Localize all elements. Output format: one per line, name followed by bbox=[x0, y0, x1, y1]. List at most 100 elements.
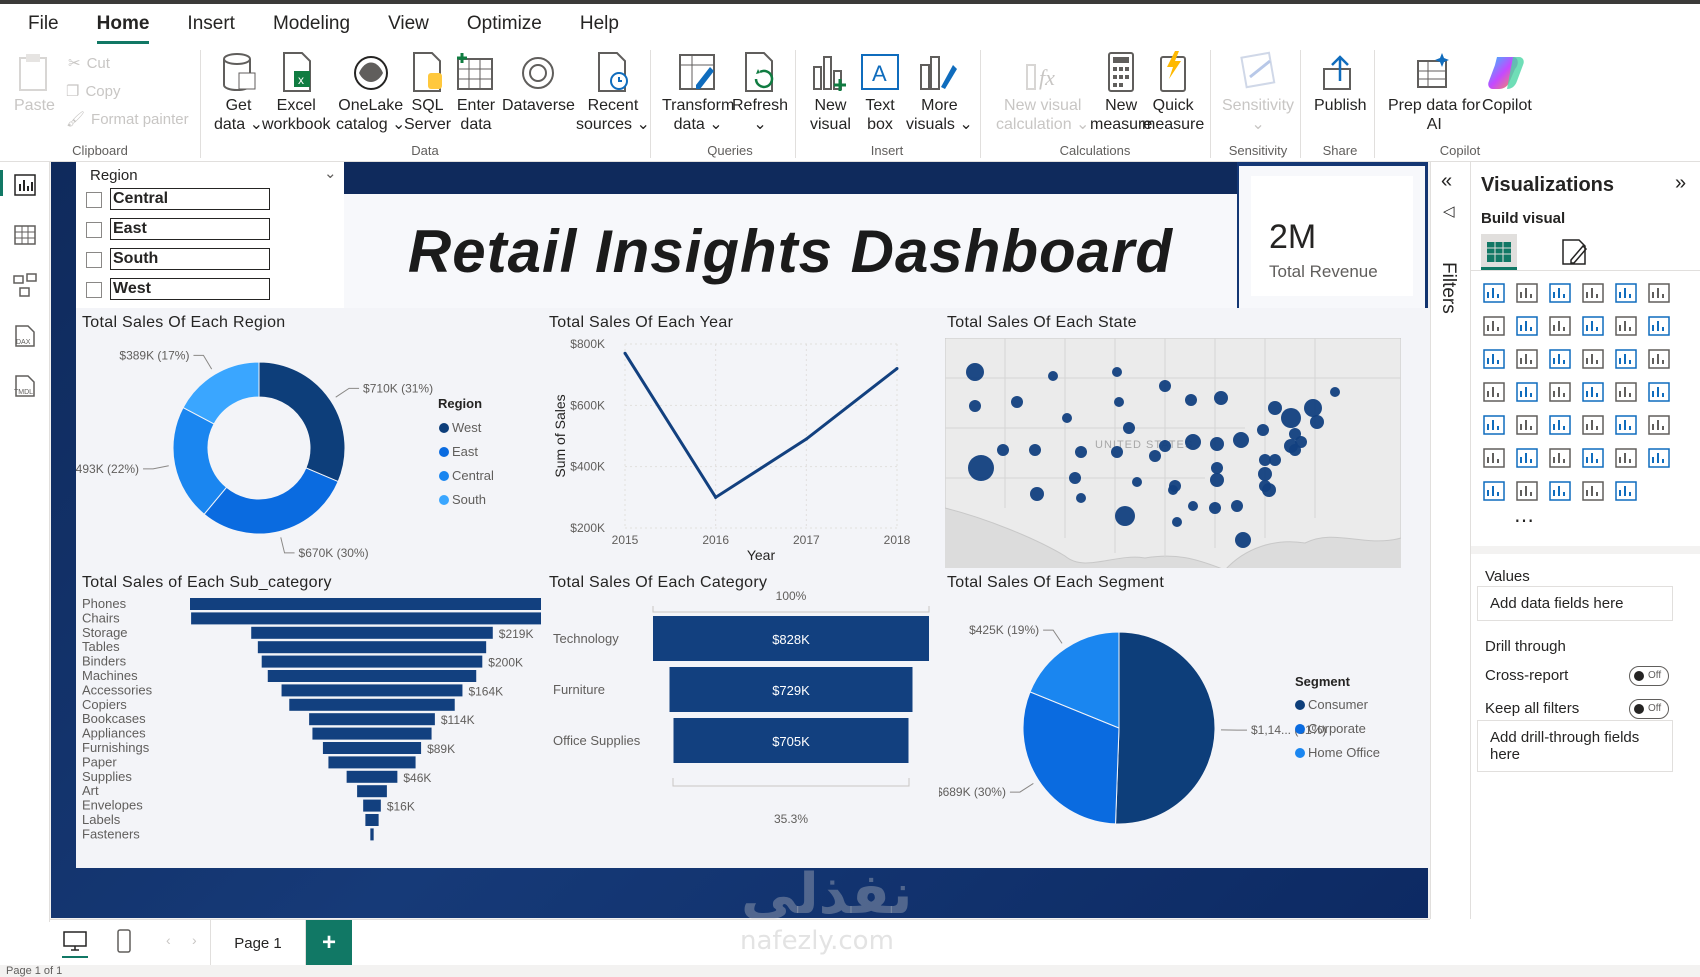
visual-type-icon[interactable] bbox=[1514, 379, 1540, 405]
sensitivity-button[interactable]: Sensitivity ⌄ bbox=[1222, 50, 1294, 134]
visual-type-icon[interactable] bbox=[1580, 280, 1606, 306]
cross-report-toggle[interactable]: Off bbox=[1629, 666, 1669, 686]
visual-type-icon[interactable] bbox=[1580, 313, 1606, 339]
visual-type-icon[interactable] bbox=[1547, 280, 1573, 306]
add-page-button[interactable]: + bbox=[306, 920, 352, 966]
excel-workbook-button[interactable]: x Excel workbook bbox=[262, 50, 330, 134]
visual-type-icon[interactable] bbox=[1613, 280, 1639, 306]
menu-insert[interactable]: Insert bbox=[187, 4, 235, 44]
sql-server-button[interactable]: SQL Server bbox=[404, 50, 451, 134]
transform-data-button[interactable]: Transform data ⌄ bbox=[662, 50, 734, 134]
paste-button[interactable]: Paste bbox=[14, 50, 55, 115]
visual-type-icon[interactable] bbox=[1514, 346, 1540, 372]
visual-type-icon[interactable] bbox=[1481, 280, 1507, 306]
quick-measure-button[interactable]: Quick measure bbox=[1142, 50, 1204, 134]
menu-file[interactable]: File bbox=[28, 4, 59, 44]
onelake-catalog-button[interactable]: OneLake catalog ⌄ bbox=[336, 50, 405, 134]
visual-type-icon[interactable] bbox=[1547, 379, 1573, 405]
visual-type-icon[interactable] bbox=[1481, 346, 1507, 372]
dataverse-button[interactable]: Dataverse bbox=[502, 50, 575, 115]
collapse-pane-icon[interactable]: » bbox=[1675, 172, 1686, 195]
visual-type-icon[interactable] bbox=[1580, 445, 1606, 471]
slicer-checkbox[interactable] bbox=[86, 192, 102, 208]
visual-type-icon[interactable] bbox=[1481, 478, 1507, 504]
slicer-item-east[interactable]: East bbox=[86, 218, 270, 242]
slicer-checkbox[interactable] bbox=[86, 282, 102, 298]
visual-type-icon[interactable] bbox=[1613, 478, 1639, 504]
visual-type-icon[interactable] bbox=[1514, 412, 1540, 438]
visual-type-icon[interactable] bbox=[1646, 280, 1672, 306]
visual-type-icon[interactable] bbox=[1646, 346, 1672, 372]
desktop-layout-icon[interactable] bbox=[62, 930, 88, 954]
visual-type-icon[interactable] bbox=[1646, 379, 1672, 405]
visual-type-icon[interactable] bbox=[1580, 379, 1606, 405]
tmdl-view-icon[interactable]: TMDL bbox=[12, 372, 38, 398]
cut-button[interactable]: ✂ Cut bbox=[68, 54, 110, 73]
format-painter-button[interactable]: 🖌 Format painter bbox=[66, 110, 189, 129]
expand-filters-icon[interactable]: « bbox=[1441, 170, 1452, 193]
report-view-icon[interactable] bbox=[12, 172, 38, 198]
segment-pie-visual[interactable]: Total Sales Of Each Segment $1,14... (51… bbox=[939, 568, 1453, 868]
visual-type-icon[interactable] bbox=[1580, 346, 1606, 372]
visual-type-icon[interactable] bbox=[1547, 445, 1573, 471]
visual-type-icon[interactable] bbox=[1481, 313, 1507, 339]
visual-type-icon[interactable] bbox=[1514, 445, 1540, 471]
visual-type-icon[interactable] bbox=[1613, 346, 1639, 372]
keep-all-filters-toggle[interactable]: Off bbox=[1629, 699, 1669, 719]
visual-type-icon[interactable] bbox=[1547, 478, 1573, 504]
menu-view[interactable]: View bbox=[388, 4, 429, 44]
visual-type-icon[interactable] bbox=[1613, 379, 1639, 405]
copy-button[interactable]: ❐ Copy bbox=[66, 82, 120, 101]
table-view-icon[interactable] bbox=[12, 222, 38, 248]
visual-type-icon[interactable] bbox=[1547, 412, 1573, 438]
region-donut-visual[interactable]: Total Sales Of Each Region $710K (31%) $6… bbox=[76, 308, 541, 568]
prev-page-icon[interactable]: ‹ bbox=[166, 932, 171, 948]
subcategory-funnel-visual[interactable]: Total Sales of Each Sub_category Phones C… bbox=[76, 568, 541, 868]
refresh-button[interactable]: Refresh ⌄ bbox=[732, 50, 788, 134]
add-drill-through-well[interactable]: Add drill-through fields here bbox=[1477, 720, 1673, 772]
text-box-button[interactable]: A Text box bbox=[860, 50, 900, 134]
format-visual-icon[interactable] bbox=[1559, 236, 1591, 268]
visual-type-icon[interactable] bbox=[1514, 280, 1540, 306]
visual-type-icon[interactable] bbox=[1646, 412, 1672, 438]
visual-type-icon[interactable] bbox=[1580, 412, 1606, 438]
slicer-item-south[interactable]: South bbox=[86, 248, 270, 272]
visual-type-icon[interactable] bbox=[1613, 445, 1639, 471]
more-visuals-ellipsis-icon[interactable]: ⋯ bbox=[1514, 508, 1540, 534]
menu-home[interactable]: Home bbox=[96, 4, 149, 44]
visual-type-icon[interactable] bbox=[1514, 478, 1540, 504]
slicer-checkbox[interactable] bbox=[86, 222, 102, 238]
slicer-item-central[interactable]: Central bbox=[86, 188, 270, 212]
enter-data-button[interactable]: Enter data bbox=[456, 50, 496, 134]
visual-type-icon[interactable] bbox=[1646, 445, 1672, 471]
copilot-button[interactable]: Copilot bbox=[1482, 50, 1532, 115]
kpi-card[interactable]: 2M Total Revenue bbox=[1239, 166, 1425, 308]
visual-type-icon[interactable] bbox=[1646, 313, 1672, 339]
next-page-icon[interactable]: › bbox=[192, 932, 197, 948]
page-tab-1[interactable]: Page 1 bbox=[210, 920, 306, 966]
publish-button[interactable]: Publish bbox=[1314, 50, 1366, 115]
new-visual-button[interactable]: New visual bbox=[810, 50, 851, 134]
slicer-checkbox[interactable] bbox=[86, 252, 102, 268]
build-visual-tab[interactable] bbox=[1481, 234, 1517, 270]
mobile-layout-icon[interactable] bbox=[116, 928, 132, 954]
filters-pane-collapsed[interactable]: « ◁ Filters bbox=[1430, 162, 1470, 919]
slicer-item-west[interactable]: West bbox=[86, 278, 270, 302]
visual-type-icon[interactable] bbox=[1547, 346, 1573, 372]
model-view-icon[interactable] bbox=[12, 272, 38, 298]
year-line-visual[interactable]: Total Sales Of Each Year $200K $400K $600K… bbox=[541, 308, 939, 568]
chevron-down-icon[interactable]: ⌄ bbox=[324, 164, 337, 182]
visual-type-icon[interactable] bbox=[1580, 478, 1606, 504]
new-visual-calculation-button[interactable]: fx New visual calculation ⌄ bbox=[996, 50, 1089, 134]
state-map-visual[interactable]: Total Sales Of Each State UNITED STATES©… bbox=[939, 308, 1453, 590]
get-data-button[interactable]: Get data ⌄ bbox=[214, 50, 263, 134]
menu-modeling[interactable]: Modeling bbox=[273, 4, 350, 44]
menu-help[interactable]: Help bbox=[580, 4, 619, 44]
menu-optimize[interactable]: Optimize bbox=[467, 4, 542, 44]
more-visuals-button[interactable]: More visuals ⌄ bbox=[906, 50, 973, 134]
category-funnel-visual[interactable]: Total Sales Of Each Category 100% $828K Te… bbox=[541, 568, 939, 868]
visual-type-icon[interactable] bbox=[1481, 379, 1507, 405]
visual-type-icon[interactable] bbox=[1613, 313, 1639, 339]
dax-query-view-icon[interactable]: DAX bbox=[12, 322, 38, 348]
visual-type-icon[interactable] bbox=[1481, 445, 1507, 471]
